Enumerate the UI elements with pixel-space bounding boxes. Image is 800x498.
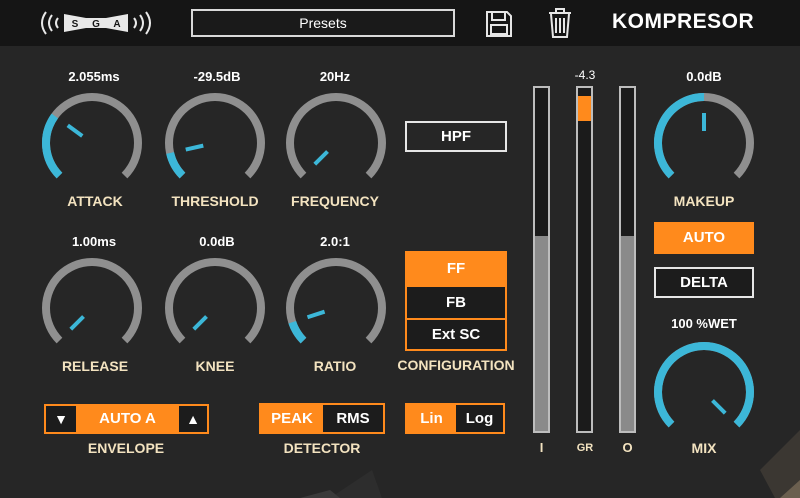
- auto-button[interactable]: AUTO: [654, 222, 754, 254]
- attack-knob[interactable]: [40, 91, 144, 195]
- knob-track: [165, 93, 265, 179]
- app-title: KOMPRESOR: [612, 10, 755, 33]
- detector-selector: PEAK RMS: [259, 403, 385, 434]
- configuration-label: CONFIGURATION: [397, 357, 515, 373]
- release-knob[interactable]: [40, 256, 144, 360]
- knob-pointer: [313, 150, 329, 166]
- input-meter-label: I: [539, 440, 544, 455]
- knob-pointer: [306, 309, 326, 320]
- knob-pointer: [711, 399, 727, 415]
- hpf-button[interactable]: HPF: [405, 121, 507, 152]
- threshold-knob[interactable]: [163, 91, 267, 195]
- envelope-next-icon[interactable]: ▲: [179, 406, 207, 432]
- gain-reduction-meter: [576, 86, 593, 433]
- output-meter-fill: [621, 235, 634, 431]
- makeup-knob[interactable]: [652, 91, 756, 195]
- makeup-label: MAKEUP: [673, 193, 735, 209]
- knob-track: [42, 93, 142, 179]
- ratio-label: RATIO: [313, 358, 357, 374]
- config-fb-button[interactable]: FB: [407, 287, 505, 318]
- makeup-value: 0.0dB: [686, 69, 722, 84]
- scale-lin-button[interactable]: Lin: [407, 405, 456, 432]
- mix-knob[interactable]: [652, 340, 756, 444]
- logo-letter-s: S: [72, 19, 79, 30]
- knob-value-arc: [654, 93, 705, 179]
- frequency-knob[interactable]: [284, 91, 388, 195]
- threshold-label: THRESHOLD: [171, 193, 259, 209]
- config-ff-button[interactable]: FF: [407, 253, 505, 285]
- knee-knob[interactable]: [163, 256, 267, 360]
- attack-value: 2.055ms: [68, 69, 120, 84]
- attack-label: ATTACK: [67, 193, 123, 209]
- scale-log-button[interactable]: Log: [456, 405, 503, 432]
- frequency-value: 20Hz: [319, 69, 351, 84]
- knee-value: 0.0dB: [199, 234, 235, 249]
- gr-meter-fill: [578, 96, 591, 121]
- configuration-group: FF FB Ext SC: [405, 251, 507, 351]
- envelope-prev-icon[interactable]: ▼: [46, 406, 76, 432]
- input-meter-fill: [535, 235, 548, 431]
- knob-pointer: [66, 123, 84, 138]
- knob-pointer: [192, 315, 208, 331]
- knee-label: KNEE: [195, 358, 235, 374]
- knob-value-arc: [288, 320, 307, 344]
- frequency-label: FREQUENCY: [291, 193, 379, 209]
- knob-pointer: [185, 143, 204, 152]
- gr-value: -4.3: [574, 68, 596, 82]
- logo-letter-g: G: [92, 19, 100, 30]
- detector-rms-button[interactable]: RMS: [323, 405, 383, 432]
- envelope-value[interactable]: AUTO A: [78, 406, 177, 432]
- mix-label: MIX: [691, 440, 717, 456]
- delete-icon[interactable]: [545, 6, 575, 40]
- knob-value-arc: [42, 113, 63, 179]
- knob-track: [286, 93, 386, 179]
- knob-pointer: [69, 315, 85, 331]
- presets-dropdown[interactable]: Presets: [191, 9, 455, 37]
- config-extsc-button[interactable]: Ext SC: [407, 320, 505, 349]
- envelope-label: ENVELOPE: [87, 440, 165, 456]
- knob-track: [286, 258, 386, 344]
- output-meter-label: O: [622, 440, 633, 455]
- release-value: 1.00ms: [71, 234, 117, 249]
- scale-selector: Lin Log: [405, 403, 505, 434]
- sga-logo: S G A: [41, 11, 151, 35]
- envelope-selector: ▼ AUTO A ▲: [44, 404, 209, 434]
- knob-value-arc: [654, 342, 754, 428]
- threshold-value: -29.5dB: [193, 69, 241, 84]
- release-label: RELEASE: [61, 358, 129, 374]
- output-meter: [619, 86, 636, 433]
- input-meter: [533, 86, 550, 433]
- knob-track: [165, 258, 265, 344]
- top-bar: S G A Presets KOMPRESOR: [0, 0, 800, 46]
- detector-peak-button[interactable]: PEAK: [261, 405, 323, 432]
- logo-letter-a: A: [113, 19, 120, 30]
- gr-meter-label: GR: [576, 442, 594, 454]
- ratio-knob[interactable]: [284, 256, 388, 360]
- knob-value-arc: [166, 151, 186, 179]
- detector-label: DETECTOR: [283, 440, 361, 456]
- mix-value: 100 %WET: [671, 316, 737, 331]
- ratio-value: 2.0:1: [320, 234, 350, 249]
- save-icon[interactable]: [483, 8, 515, 40]
- knob-track: [42, 258, 142, 344]
- delta-button[interactable]: DELTA: [654, 267, 754, 298]
